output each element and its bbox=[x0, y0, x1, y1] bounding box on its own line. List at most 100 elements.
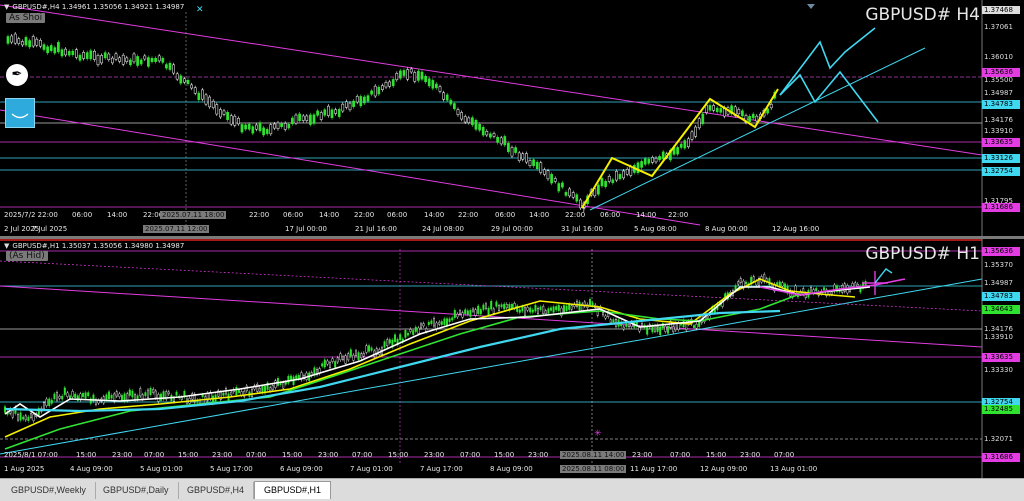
expert-advisor-icon[interactable] bbox=[5, 98, 35, 128]
time-label: 4 Aug 09:00 bbox=[70, 465, 113, 473]
candle-body bbox=[456, 313, 459, 318]
candle-body bbox=[342, 356, 345, 360]
candle-body bbox=[13, 33, 17, 44]
candle-body bbox=[22, 416, 25, 420]
candle-body bbox=[139, 59, 143, 65]
h4-badge[interactable]: As Shoi bbox=[6, 13, 46, 23]
candle-body bbox=[255, 124, 258, 130]
time-label: 06:00 bbox=[283, 211, 304, 219]
candle-body bbox=[352, 100, 355, 107]
candle-body bbox=[422, 323, 425, 327]
candle-body bbox=[271, 385, 274, 391]
dropdown-triangle-icon[interactable]: ▼ bbox=[4, 3, 9, 11]
candle-body bbox=[183, 78, 186, 83]
candle-body bbox=[499, 137, 503, 145]
candle-body bbox=[261, 386, 264, 393]
candle-body bbox=[269, 387, 272, 392]
candle-body bbox=[128, 389, 131, 396]
candle-body bbox=[152, 388, 155, 393]
candle-body bbox=[683, 140, 687, 149]
candle-body bbox=[695, 323, 698, 329]
candle-body bbox=[330, 109, 334, 118]
time-label: 23:00 bbox=[528, 451, 549, 459]
candle-body bbox=[529, 307, 532, 313]
candle-body bbox=[103, 52, 107, 59]
candle-body bbox=[10, 35, 13, 43]
dropdown-triangle-icon[interactable]: ▼ bbox=[4, 242, 9, 250]
candle-body bbox=[74, 393, 77, 398]
time-label: 07:00 bbox=[352, 451, 373, 459]
tab-gbpusd-h1[interactable]: GBPUSD#,H1 bbox=[254, 481, 332, 499]
candle-body bbox=[453, 310, 456, 318]
candle-body bbox=[75, 49, 78, 58]
candle-body bbox=[823, 287, 826, 291]
candle-body bbox=[768, 278, 771, 286]
pen-icon[interactable]: ✒ bbox=[6, 64, 28, 86]
candle-body bbox=[409, 329, 412, 332]
candle-body bbox=[237, 118, 240, 125]
candle-body bbox=[63, 387, 66, 395]
candle-body bbox=[600, 177, 604, 187]
time-label: 7 Jul 2025 bbox=[32, 225, 68, 233]
candle-body bbox=[107, 53, 111, 61]
candle-body bbox=[561, 182, 564, 188]
h1-badge[interactable]: (As Hid) bbox=[6, 251, 48, 261]
candle-body bbox=[479, 309, 482, 315]
candle-body bbox=[81, 393, 84, 397]
time-label: 24 Jul 08:00 bbox=[422, 225, 464, 233]
candle-body bbox=[564, 192, 568, 196]
candle-body bbox=[719, 108, 723, 113]
candle-body bbox=[337, 109, 341, 117]
candle-body bbox=[149, 388, 152, 395]
candle-body bbox=[154, 57, 157, 62]
h1-chart-panel[interactable]: ✳ ▼ GBPUSD#,H1 1.35037 1.35056 1.34980 1.… bbox=[0, 239, 1024, 478]
candle-body bbox=[215, 104, 219, 115]
h4-chart-panel[interactable]: ✕ ↑ ▼ GBPUSD#,H4 1.34961 1.35056 1.34921 1… bbox=[0, 0, 1024, 236]
h1-chart-canvas[interactable]: ✳ bbox=[0, 239, 1024, 478]
price-label: 1.33910 bbox=[984, 127, 1013, 135]
candle-body bbox=[50, 399, 53, 404]
candle-body bbox=[49, 45, 53, 51]
candle-body bbox=[71, 50, 75, 55]
candle-body bbox=[478, 124, 481, 131]
candle-body bbox=[654, 157, 658, 163]
candle-body bbox=[399, 70, 402, 79]
price-label: 1.34643 bbox=[982, 305, 1020, 314]
candle-body bbox=[180, 397, 183, 400]
candle-body bbox=[472, 308, 475, 312]
tab-gbpusd-h4[interactable]: GBPUSD#,H4 bbox=[178, 482, 255, 499]
candle-body bbox=[676, 147, 679, 155]
candle-body bbox=[414, 326, 417, 332]
candle-body bbox=[406, 69, 409, 80]
candle-body bbox=[258, 122, 262, 132]
candle-body bbox=[359, 96, 363, 107]
candle-body bbox=[654, 325, 657, 332]
candle-body bbox=[498, 305, 501, 311]
candle-body bbox=[357, 352, 360, 361]
time-label: 22:00 bbox=[565, 211, 586, 219]
candle-body bbox=[336, 357, 339, 363]
candle-body bbox=[39, 40, 42, 47]
zigzag-line bbox=[581, 88, 779, 209]
candle-body bbox=[487, 307, 490, 316]
price-label: 1.34176 bbox=[984, 325, 1013, 333]
candle-body bbox=[485, 131, 489, 136]
candle-body bbox=[557, 183, 561, 192]
candle-body bbox=[611, 179, 615, 184]
candle-body bbox=[453, 103, 456, 110]
candle-body bbox=[21, 41, 24, 46]
tab-gbpusd-daily[interactable]: GBPUSD#,Daily bbox=[94, 482, 179, 499]
candle-body bbox=[71, 391, 74, 398]
candle-body bbox=[355, 96, 359, 103]
h4-chart-canvas[interactable]: ✕↑ bbox=[0, 0, 1024, 236]
candle-body bbox=[175, 73, 179, 80]
candle-body bbox=[394, 334, 397, 342]
time-label: 15:00 bbox=[282, 451, 303, 459]
candle-body bbox=[115, 391, 118, 397]
candle-body bbox=[518, 309, 521, 313]
candle-body bbox=[578, 301, 581, 311]
candle-body bbox=[388, 339, 391, 344]
time-label: 12 Aug 09:00 bbox=[700, 465, 748, 473]
tab-gbpusd-weekly[interactable]: GBPUSD#,Weekly bbox=[2, 482, 96, 499]
candle-body bbox=[830, 291, 833, 295]
